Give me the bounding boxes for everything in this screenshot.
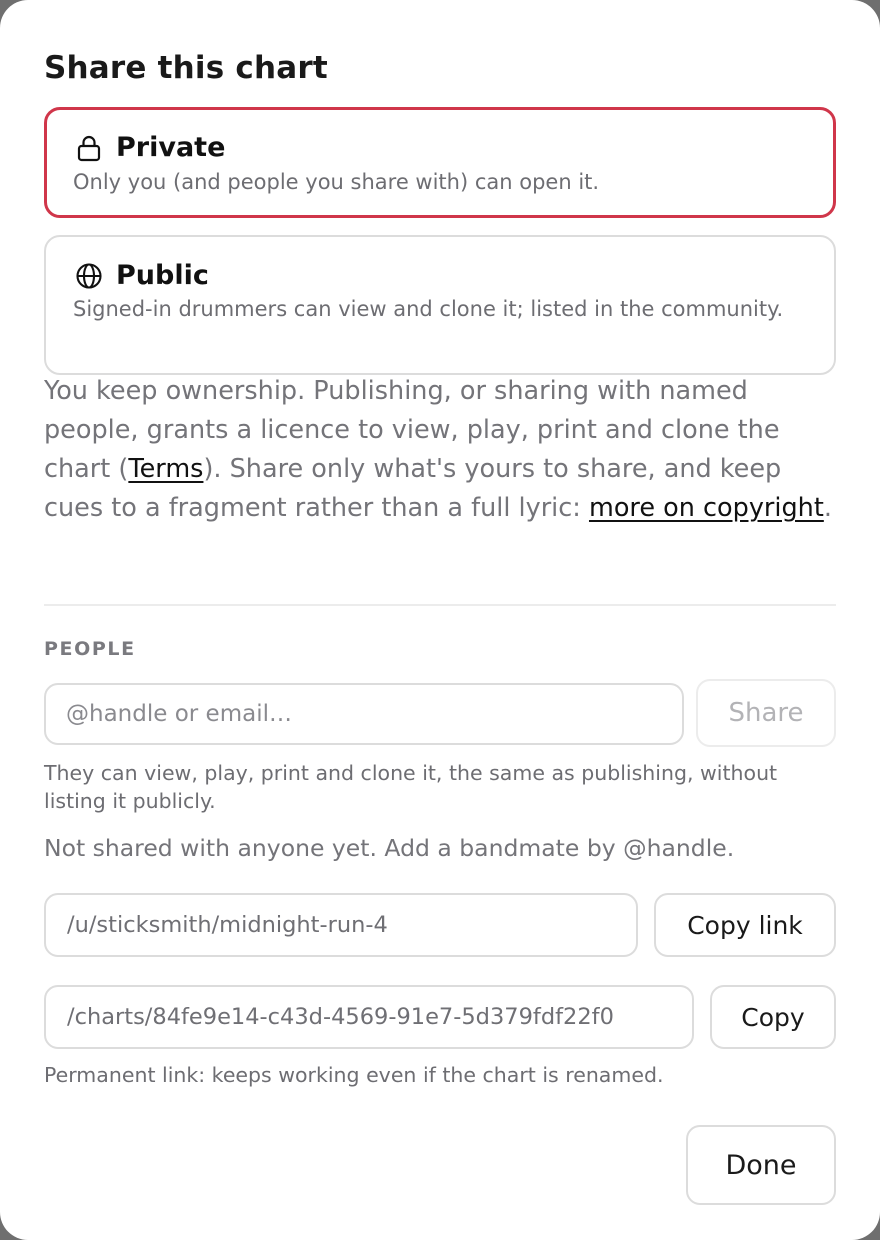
option-label: Public [116,260,209,291]
copyright-link[interactable]: more on copyright [589,493,824,523]
divider [44,604,836,606]
notice-text: . [823,493,832,523]
lock-icon [74,133,104,163]
globe-icon [74,261,104,291]
visibility-option-public[interactable]: Public Signed-in drummers can view and c… [44,235,836,375]
people-hint: They can view, play, print and clone it,… [44,761,778,813]
named-link-field[interactable]: /u/sticksmith/midnight-run-4 [44,893,638,957]
handle-input[interactable] [44,683,684,745]
visibility-option-private[interactable]: Private Only you (and people you share w… [44,107,836,218]
share-dialog: Share this chart Private Only you (and p… [0,0,880,1240]
permanent-link-field[interactable]: /charts/84fe9e14-c43d-4569-91e7-5d379fdf… [44,985,694,1049]
dialog-title: Share this chart [44,50,328,86]
ownership-notice: You keep ownership. Publishing, or shari… [44,372,844,528]
option-label: Private [116,132,226,163]
share-button[interactable]: Share [696,679,836,747]
option-header: Private [74,132,225,163]
option-header: Public [74,260,209,291]
copy-link-button[interactable]: Copy link [654,893,836,957]
option-description: Signed-in drummers can view and clone it… [73,297,784,321]
people-section-label: PEOPLE [44,638,136,660]
done-button[interactable]: Done [686,1125,836,1205]
terms-link[interactable]: Terms [128,454,203,484]
option-description: Only you (and people you share with) can… [73,170,600,194]
copy-permanent-link-button[interactable]: Copy [710,985,836,1049]
empty-share-note: Not shared with anyone yet. Add a bandma… [44,834,735,862]
permanent-link-hint: Permanent link: keeps working even if th… [44,1063,664,1087]
